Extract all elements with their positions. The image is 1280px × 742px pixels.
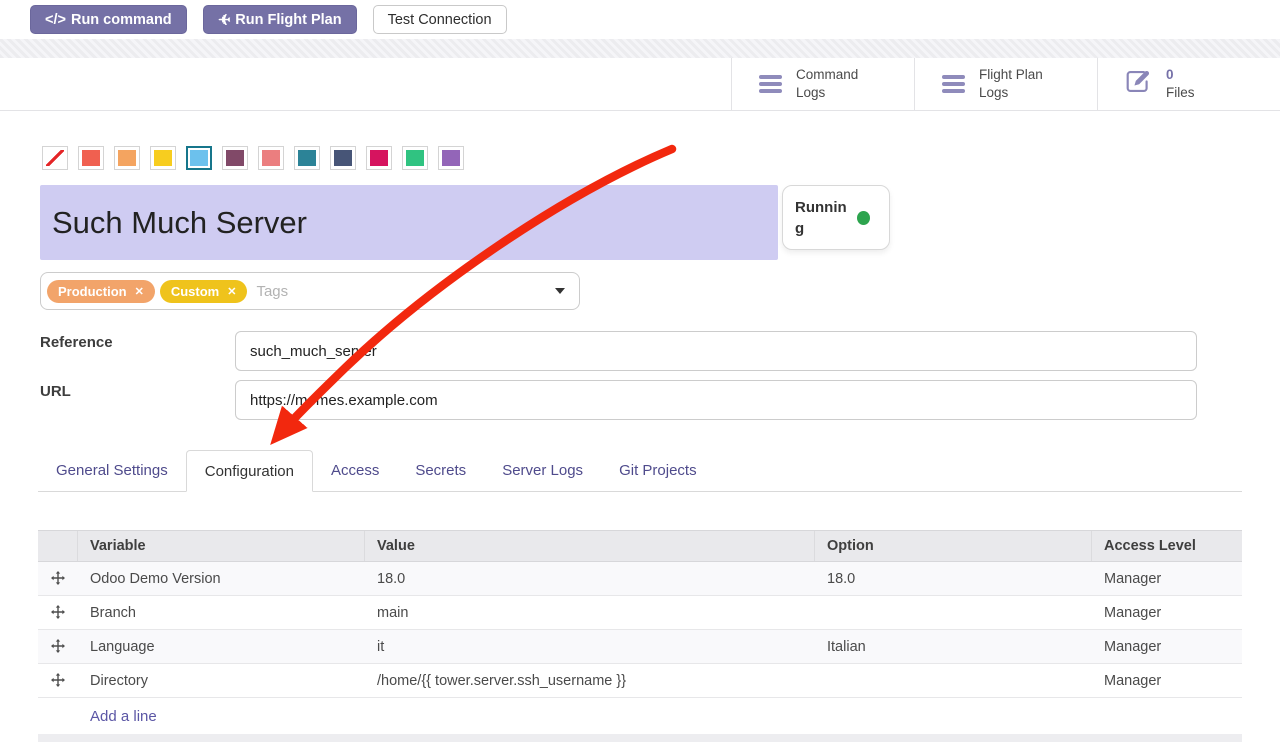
drag-handle-icon[interactable] (38, 636, 78, 657)
server-form-page: </> Run command ✈ Run Flight Plan Test C… (0, 0, 1280, 742)
cell-variable[interactable]: Directory (78, 673, 365, 689)
table-row[interactable]: Branch main Manager (38, 596, 1242, 630)
color-swatch-selected[interactable] (186, 146, 212, 170)
table-footer-strip (38, 734, 1242, 742)
reference-label: Reference (40, 334, 113, 351)
color-picker (42, 146, 464, 170)
handle-column-header (38, 531, 78, 561)
statusbar-strip (0, 39, 1280, 58)
color-swatch[interactable] (258, 146, 284, 170)
page-title: Such Much Server (40, 205, 307, 241)
access-level-column-header[interactable]: Access Level (1092, 531, 1242, 561)
tag-production-label: Production (58, 284, 127, 299)
color-swatch[interactable] (222, 146, 248, 170)
cell-value[interactable]: 18.0 (365, 571, 815, 587)
notebook-tabs: General Settings Configuration Access Se… (38, 450, 1242, 492)
status-label: Running (795, 197, 847, 239)
table-row[interactable]: Directory /home/{{ tower.server.ssh_user… (38, 664, 1242, 698)
command-logs-button[interactable]: Command Logs (731, 58, 914, 110)
stat-button-row: Command Logs Flight Plan Logs 0 Files (0, 58, 1280, 111)
color-swatch[interactable] (150, 146, 176, 170)
list-icon (942, 72, 965, 96)
remove-tag-icon[interactable]: ✕ (135, 285, 144, 298)
color-swatch[interactable] (78, 146, 104, 170)
plane-icon: ✈ (218, 11, 231, 29)
files-button[interactable]: 0 Files (1097, 58, 1280, 110)
code-icon: </> (45, 12, 66, 28)
chevron-down-icon[interactable] (555, 288, 565, 294)
files-count: 0 (1166, 67, 1174, 82)
drag-handle-icon[interactable] (38, 568, 78, 589)
url-label: URL (40, 383, 71, 400)
cell-value[interactable]: /home/{{ tower.server.ssh_username }} (365, 673, 815, 689)
cell-variable[interactable]: Language (78, 639, 365, 655)
drag-handle-icon[interactable] (38, 602, 78, 623)
cell-variable[interactable]: Odoo Demo Version (78, 571, 365, 587)
color-swatch[interactable] (294, 146, 320, 170)
tag-custom[interactable]: Custom ✕ (160, 280, 248, 303)
variable-column-header[interactable]: Variable (78, 531, 365, 561)
status-dot-icon (857, 211, 870, 225)
cell-access-level[interactable]: Manager (1092, 639, 1242, 655)
remove-tag-icon[interactable]: ✕ (227, 285, 236, 298)
configuration-table: Variable Value Option Access Level Odoo … (38, 530, 1242, 742)
cell-access-level[interactable]: Manager (1092, 571, 1242, 587)
files-label: Files (1166, 85, 1195, 100)
flight-plan-logs-label-line2: Logs (979, 85, 1008, 100)
test-connection-button[interactable]: Test Connection (373, 5, 507, 34)
command-logs-label-line1: Command (796, 67, 858, 82)
tab-server-logs[interactable]: Server Logs (484, 450, 601, 491)
value-column-header[interactable]: Value (365, 531, 815, 561)
add-line-row: Add a line (38, 698, 1242, 734)
color-swatch[interactable] (366, 146, 392, 170)
color-swatch[interactable] (114, 146, 140, 170)
tab-secrets[interactable]: Secrets (397, 450, 484, 491)
test-connection-label: Test Connection (388, 12, 492, 28)
cell-option[interactable]: Italian (815, 639, 1092, 655)
tab-configuration[interactable]: Configuration (186, 450, 313, 492)
server-name-field[interactable]: Such Much Server (40, 185, 778, 260)
run-command-button[interactable]: </> Run command (30, 5, 187, 34)
status-badge[interactable]: Running (782, 185, 890, 250)
command-logs-label-line2: Logs (796, 85, 825, 100)
tab-access[interactable]: Access (313, 450, 397, 491)
flight-plan-logs-button[interactable]: Flight Plan Logs (914, 58, 1097, 110)
tab-general-settings[interactable]: General Settings (38, 450, 186, 491)
tab-git-projects[interactable]: Git Projects (601, 450, 715, 491)
cell-value[interactable]: main (365, 605, 815, 621)
list-icon (759, 72, 782, 96)
cell-value[interactable]: it (365, 639, 815, 655)
tag-production[interactable]: Production ✕ (47, 280, 155, 303)
color-swatch[interactable] (330, 146, 356, 170)
option-column-header[interactable]: Option (815, 531, 1092, 561)
reference-input[interactable] (235, 331, 1197, 371)
table-header: Variable Value Option Access Level (38, 530, 1242, 562)
run-flight-plan-label: Run Flight Plan (235, 12, 341, 28)
run-command-label: Run command (71, 12, 172, 28)
table-row[interactable]: Odoo Demo Version 18.0 18.0 Manager (38, 562, 1242, 596)
cell-access-level[interactable]: Manager (1092, 673, 1242, 689)
edit-pencil-icon (1125, 68, 1152, 100)
add-a-line-link[interactable]: Add a line (90, 708, 157, 725)
color-swatch[interactable] (402, 146, 428, 170)
flight-plan-logs-label-line1: Flight Plan (979, 67, 1043, 82)
tags-input[interactable]: Production ✕ Custom ✕ Tags (40, 272, 580, 310)
tag-custom-label: Custom (171, 284, 219, 299)
table-row[interactable]: Language it Italian Manager (38, 630, 1242, 664)
tags-placeholder: Tags (256, 283, 288, 300)
run-flight-plan-button[interactable]: ✈ Run Flight Plan (203, 5, 357, 34)
action-bar: </> Run command ✈ Run Flight Plan Test C… (30, 5, 507, 34)
no-color-icon (46, 150, 64, 166)
cell-variable[interactable]: Branch (78, 605, 365, 621)
drag-handle-icon[interactable] (38, 670, 78, 691)
cell-option[interactable]: 18.0 (815, 571, 1092, 587)
color-swatch-none[interactable] (42, 146, 68, 170)
color-swatch[interactable] (438, 146, 464, 170)
cell-access-level[interactable]: Manager (1092, 605, 1242, 621)
url-input[interactable] (235, 380, 1197, 420)
